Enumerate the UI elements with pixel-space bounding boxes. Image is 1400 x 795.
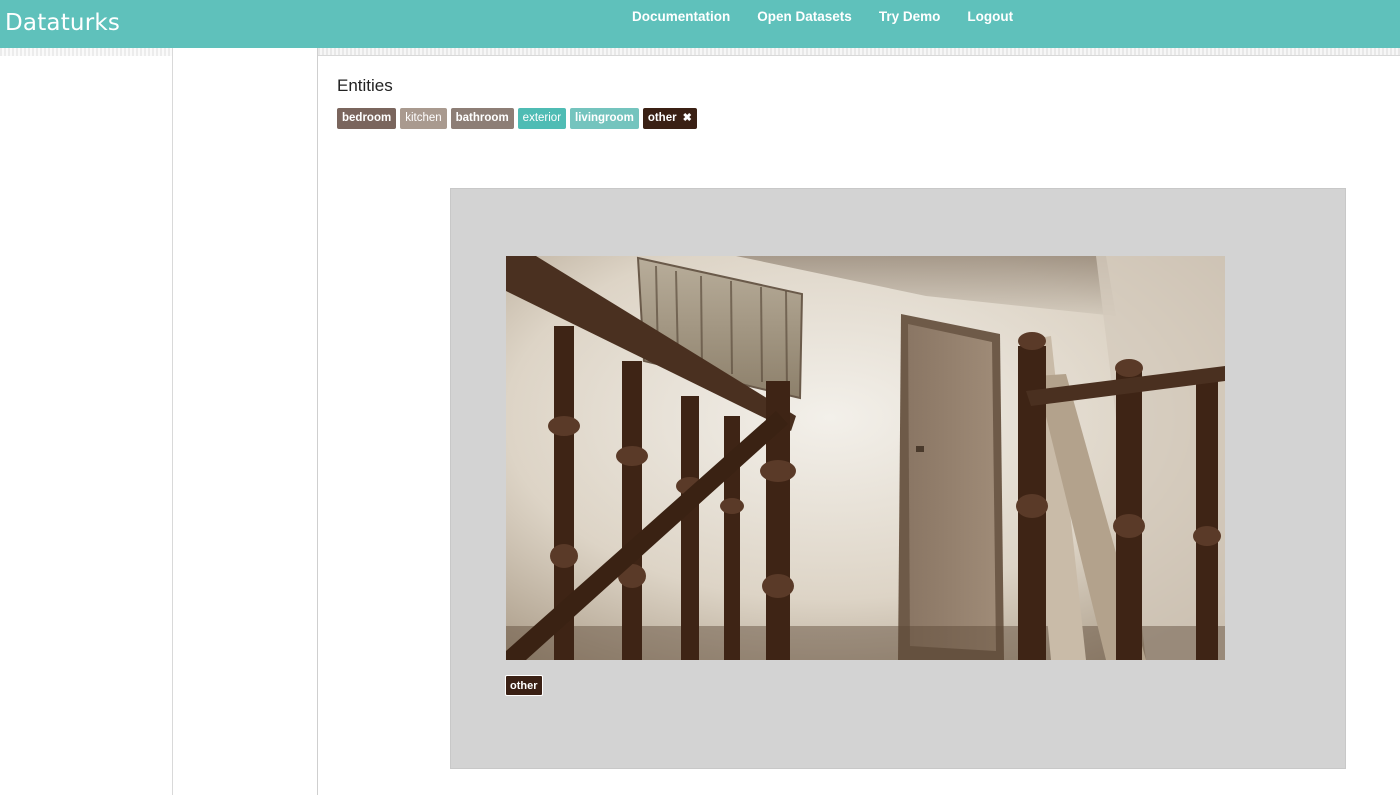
brand-logo[interactable]: Dataturks — [5, 10, 120, 36]
staircase-photo[interactable] — [506, 256, 1225, 660]
top-navbar: Dataturks Documentation Open Datasets Tr… — [0, 0, 1400, 48]
entity-tag-livingroom[interactable]: livingroom — [570, 108, 639, 129]
entity-tag-other-label: other — [647, 112, 677, 124]
entity-tag-kitchen[interactable]: kitchen — [400, 108, 447, 129]
entity-tag-bedroom[interactable]: bedroom — [337, 108, 397, 129]
entity-tag-exterior[interactable]: exterior — [517, 108, 567, 129]
entity-tag-other[interactable]: other ✖ — [642, 108, 697, 129]
middle-sidebar — [173, 48, 318, 795]
entities-heading: Entities — [337, 76, 393, 95]
nav-logout[interactable]: Logout — [967, 9, 1013, 24]
nav-open-datasets[interactable]: Open Datasets — [757, 9, 852, 24]
nav-try-demo[interactable]: Try Demo — [879, 9, 941, 24]
close-icon[interactable]: ✖ — [683, 112, 692, 124]
nav-documentation[interactable]: Documentation — [632, 9, 730, 24]
left-sidebar — [0, 48, 173, 795]
content-top-border — [318, 48, 1400, 56]
nav-menu: Documentation Open Datasets Try Demo Log… — [632, 9, 1040, 24]
entity-tag-bathroom[interactable]: bathroom — [450, 108, 514, 129]
entity-tag-list: bedroom kitchen bathroom exterior living… — [337, 108, 697, 129]
image-assigned-label[interactable]: other — [505, 675, 543, 696]
